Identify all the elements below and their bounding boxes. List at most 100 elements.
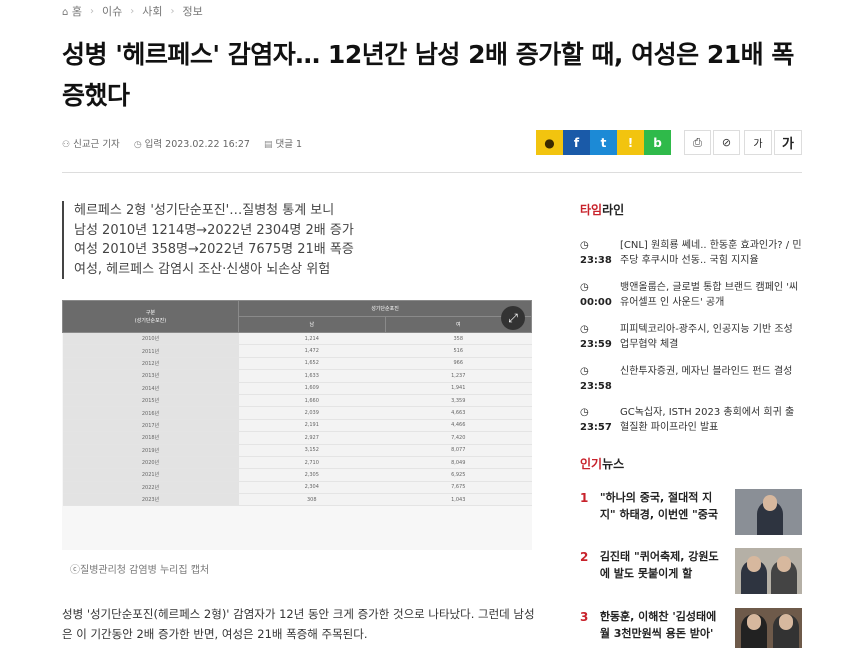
table-row: 2020년 2,710 8,049	[62, 456, 532, 470]
author: ⚇ 신교근 기자	[62, 139, 120, 150]
print-button[interactable]: ⎙	[684, 130, 711, 155]
table-cell-female: 358	[385, 332, 532, 346]
popular-rank: 1	[580, 491, 589, 505]
twitter-icon: t	[600, 135, 607, 150]
kakaotalk-icon: ●	[544, 135, 555, 150]
clock-icon: ◷	[580, 324, 589, 335]
clock-icon: ◷	[580, 240, 589, 251]
link-icon: ⊘	[721, 136, 732, 149]
popular-news-item[interactable]: 1 "하나의 중국, 절대적 지지" 하태경, 이번엔 "중국	[580, 489, 802, 535]
share-buttons: ● f t ! b	[536, 130, 671, 155]
timeline-time: ◷ 23:38	[580, 240, 612, 266]
article-summary: 헤르페스 2형 '성기단순포진'…질병청 통계 보니 남성 2010년 1214…	[62, 201, 392, 279]
summary-line: 남성 2010년 1214명→2022년 2304명 2배 증가	[74, 222, 354, 238]
table-cell-female: 1,043	[385, 493, 532, 507]
kakaostory-icon: !	[627, 135, 634, 150]
table-cell-year: 2019년	[62, 444, 239, 457]
share-kakaostory-button[interactable]: !	[617, 130, 644, 155]
share-twitter-button[interactable]: t	[590, 130, 617, 155]
table-cell-male: 2,191	[238, 419, 385, 433]
table-header-main: 성기단순포진	[238, 300, 532, 317]
article-image: 구분 (성기단순포진) 성기단순포진 남 여 2010년 1,214 358 2011…	[62, 300, 532, 550]
table-cell-female: 4,663	[385, 406, 532, 420]
table-body: 2010년 1,214 358 2011년 1,472 516 2012년 1,652 966 2…	[62, 332, 532, 507]
table-cell-year: 2018년	[62, 431, 239, 445]
font-size-controls: 가 가	[744, 130, 802, 155]
table-cell-year: 2017년	[62, 419, 239, 433]
timeline-item[interactable]: ◷ 23:57 GC녹십자, ISTH 2023 총회에서 희귀 출혈질환 파이…	[580, 405, 802, 435]
clock-icon: ◷	[580, 282, 589, 293]
table-row: 2013년 1,633 1,237	[62, 369, 532, 383]
copy-link-button[interactable]: ⊘	[713, 130, 740, 155]
article-title: 성병 '헤르페스' 감염자… 12년간 남성 2배 증가할 때, 여성은 21배…	[62, 40, 794, 110]
breadcrumb-item-issue[interactable]: 이슈	[102, 3, 122, 19]
table-cell-male: 3,152	[238, 444, 385, 457]
table-cell-male: 2,927	[238, 431, 385, 445]
table-row: 2017년 2,191 4,466	[62, 419, 532, 433]
breadcrumb-item-info[interactable]: 정보	[182, 3, 202, 19]
table-row: 2012년 1,652 966	[62, 357, 532, 371]
clock-icon: ◷	[580, 366, 589, 377]
table-cell-female: 4,466	[385, 419, 532, 433]
chevron-right-icon: ›	[130, 5, 135, 17]
table-cell-year: 2011년	[62, 344, 239, 358]
comment-count[interactable]: ▤ 댓글 1	[264, 136, 302, 150]
table-cell-male: 1,472	[238, 344, 385, 358]
popular-rank: 2	[580, 550, 589, 564]
summary-line: 헤르페스 2형 '성기단순포진'…질병청 통계 보니	[74, 203, 335, 218]
popular-title: 김진태 "퀴어축제, 강원도에 발도 못붙이게 할	[599, 550, 719, 580]
timeline-time: ◷ 23:58	[580, 366, 612, 392]
table-row: 2011년 1,472 516	[62, 344, 532, 358]
table-cell-male: 1,660	[238, 394, 385, 408]
popular-news-item[interactable]: 3 한동훈, 이해찬 '김성태에 월 3천만원씩 용돈 받아'	[580, 608, 802, 648]
timeline-item[interactable]: ◷ 23:58 신한투자증권, 메자닌 블라인드 펀드 결성	[580, 364, 802, 394]
table-row: 2022년 2,304 7,675	[62, 481, 532, 495]
breadcrumb: ⌂ 홈 › 이슈 › 사회 › 정보	[62, 3, 203, 19]
breadcrumb-item-society[interactable]: 사회	[142, 3, 162, 19]
table-cell-female: 7,420	[385, 431, 532, 445]
font-increase-button[interactable]: 가	[774, 130, 802, 155]
table-cell-male: 1,609	[238, 382, 385, 395]
table-row: 2019년 3,152 8,077	[62, 444, 532, 457]
clock-icon: ◷	[580, 407, 589, 418]
table-cell-female: 516	[385, 344, 532, 358]
table-cell-year: 2015년	[62, 394, 239, 408]
table-cell-male: 2,710	[238, 456, 385, 470]
table-cell-male: 308	[238, 493, 385, 507]
home-link[interactable]: ⌂ 홈	[62, 3, 82, 19]
user-icon: ⚇	[62, 140, 71, 150]
timeline-text: 신한투자증권, 메자닌 블라인드 펀드 결성	[620, 366, 793, 377]
popular-news-item[interactable]: 2 김진태 "퀴어축제, 강원도에 발도 못붙이게 할	[580, 548, 802, 594]
timeline-text: GC녹십자, ISTH 2023 총회에서 희귀 출혈질환 파이프라인 발표	[620, 407, 795, 433]
table-cell-male: 1,652	[238, 357, 385, 371]
table-header-group: 구분 (성기단순포진)	[62, 300, 239, 333]
table-row: 2010년 1,214 358	[62, 332, 532, 346]
share-facebook-button[interactable]: f	[563, 130, 590, 155]
popular-title: "하나의 중국, 절대적 지지" 하태경, 이번엔 "중국	[599, 491, 719, 521]
table-row: 2021년 2,305 6,925	[62, 468, 532, 482]
timeline-heading: 타임라인	[580, 203, 625, 217]
table-cell-female: 6,925	[385, 468, 532, 482]
expand-image-button[interactable]: ⤢	[501, 306, 525, 330]
table-cell-year: 2021년	[62, 468, 239, 482]
popular-thumbnail	[734, 489, 802, 535]
timeline-time: ◷ 00:00	[580, 282, 612, 308]
table-cell-male: 2,304	[238, 481, 385, 495]
table-cell-female: 3,359	[385, 394, 532, 408]
table-cell-year: 2012년	[62, 357, 239, 371]
expand-icon: ⤢	[508, 310, 518, 325]
chevron-right-icon: ›	[170, 5, 175, 17]
summary-line: 여성, 헤르페스 감염시 조산·신생아 뇌손상 위험	[74, 261, 331, 277]
table-cell-female: 1,941	[385, 382, 532, 395]
share-band-button[interactable]: b	[644, 130, 671, 155]
home-icon: ⌂	[62, 7, 69, 18]
table-cell-female: 966	[385, 357, 532, 371]
share-kakaotalk-button[interactable]: ●	[536, 130, 563, 155]
font-decrease-button[interactable]: 가	[744, 130, 772, 155]
timeline-time: ◷ 23:57	[580, 407, 612, 433]
timeline-item[interactable]: ◷ 00:00 뱅앤올룹슨, 글로벌 통합 브랜드 캠페인 '씨 유어셀프 인 …	[580, 280, 802, 310]
comment-icon: ▤	[263, 140, 273, 150]
timeline-item[interactable]: ◷ 23:38 [CNL] 원희룡 쎄네.. 한동훈 효과인가? / 민주당 후…	[580, 238, 802, 268]
timeline-item[interactable]: ◷ 23:59 피피텍코리아-광주시, 인공지능 기반 조성 업무협약 체결	[580, 322, 802, 352]
print-icon: ⎙	[693, 135, 702, 149]
